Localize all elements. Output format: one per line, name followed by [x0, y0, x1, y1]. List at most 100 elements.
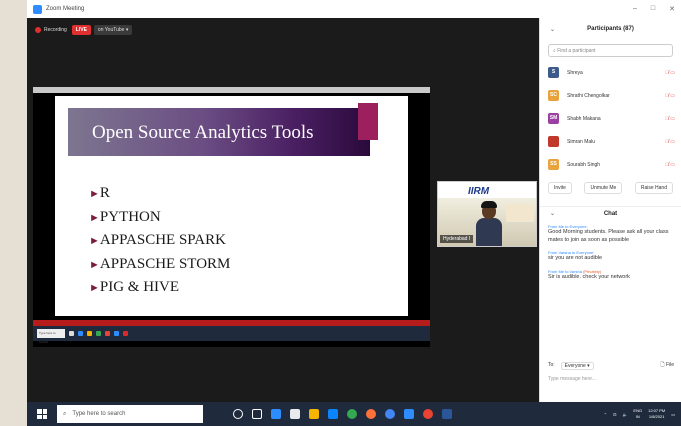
participant-row[interactable]: SC Shrathi Chengolkar 🎙̸ ▭ — [540, 84, 681, 107]
window-titlebar: Zoom Meeting – □ ✕ — [27, 0, 681, 18]
meeting-area: Recording LIVE on YouTube ▾ Open Source … — [27, 18, 539, 402]
participant-row[interactable]: SS Sourabh Singh 🎙̸ ▭ — [540, 153, 681, 176]
slide-bullets: ►R ►PYTHON ►APPASCHE SPARK ►APPASCHE STO… — [89, 182, 230, 300]
cortana-icon[interactable] — [233, 409, 243, 419]
chat-recipient-row: To: Everyone ▾ 🗋 File — [548, 362, 674, 370]
bullet-arrow-icon: ► — [89, 258, 100, 271]
invite-button[interactable]: Invite — [548, 182, 572, 194]
bullet-arrow-icon: ► — [89, 188, 100, 200]
chevron-down-icon[interactable]: ⌄ — [550, 26, 555, 33]
participant-row[interactable]: SM Shabh Makana 🎙̸ ▭ — [540, 107, 681, 130]
bullet-item: ►APPASCHE SPARK — [89, 232, 226, 248]
speaker-figure — [476, 200, 502, 246]
avatar: SM — [548, 113, 559, 124]
avatar — [548, 136, 559, 147]
store-icon[interactable] — [290, 409, 300, 419]
shared-app-icon — [114, 331, 119, 336]
chat-input[interactable]: Type message here... — [548, 376, 596, 382]
firefox-icon[interactable] — [366, 409, 376, 419]
participant-name: Shreya — [567, 69, 583, 76]
muted-mic-icon: 🎙̸ ▭ — [665, 69, 675, 76]
app-icon[interactable] — [271, 409, 281, 419]
recording-bar: Recording LIVE on YouTube ▾ — [35, 25, 133, 35]
maximize-icon[interactable]: □ — [651, 5, 655, 13]
zoom-icon — [33, 4, 42, 14]
system-tray: ⌃ ⊡ 🔈 ENG IN 12:07 PM 1/8/2021 ▭ — [604, 408, 681, 420]
chevron-down-icon[interactable]: ⌄ — [550, 210, 555, 217]
participant-name: Shabh Makana — [567, 115, 601, 122]
file-explorer-icon[interactable] — [309, 409, 319, 419]
windows-start-icon[interactable] — [37, 409, 47, 419]
task-view-icon[interactable] — [252, 409, 262, 419]
chat-message: From Varsha to Everyone: sir you are not… — [540, 246, 681, 265]
participant-name: Shrathi Chengolkar — [567, 92, 610, 99]
avatar: SS — [548, 159, 559, 170]
background-banner — [506, 204, 534, 222]
volume-icon[interactable]: 🔈 — [622, 412, 627, 417]
avatar: SC — [548, 90, 559, 101]
clock[interactable]: 12:07 PM 1/8/2021 — [648, 408, 665, 420]
participant-name-label: Hyderabad I — [440, 235, 474, 243]
presentation-slide: Open Source Analytics Tools ►R ►PYTHON ►… — [55, 96, 408, 316]
participants-header: ⌄ Participants (87) — [550, 26, 634, 33]
search-icon: ⌕ — [63, 410, 67, 417]
app-icon[interactable] — [423, 409, 433, 419]
bullet-item: ►R — [89, 185, 110, 201]
participant-name: Sourabh Singh — [567, 161, 601, 168]
muted-mic-icon: 🎙̸ ▭ — [665, 138, 675, 145]
mail-icon[interactable] — [328, 409, 338, 419]
share-titlebar — [33, 87, 430, 93]
recipient-dropdown[interactable]: Everyone ▾ — [560, 362, 594, 370]
slide-title-banner: Open Source Analytics Tools — [68, 103, 378, 156]
language-indicator[interactable]: ENG IN — [633, 408, 642, 420]
banner-accent — [358, 103, 378, 140]
message-text: sir you are not audible — [548, 255, 603, 261]
participant-row[interactable]: Simran Malu 🎙̸ ▭ — [540, 130, 681, 153]
find-participant-input[interactable]: ⌕ Find a participant — [548, 44, 673, 57]
tray-chevron-icon[interactable]: ⌃ — [604, 412, 607, 417]
desktop-screen: Zoom Meeting – □ ✕ Recording LIVE on You… — [27, 0, 681, 426]
message-text: Sir is audible. check your network — [548, 273, 630, 280]
windows-taskbar: ⌕ Type here to search ⌃ ⊡ 🔈 ENG IN 12:07 … — [27, 402, 681, 426]
bullet-item: ►APPASCHE STORM — [89, 255, 231, 272]
minimize-icon[interactable]: – — [633, 5, 637, 13]
shared-app-icon — [123, 331, 128, 336]
participant-row[interactable]: S Shreya 🎙̸ ▭ — [540, 61, 681, 84]
participant-video[interactable]: IIRM Hyderabad I — [437, 181, 537, 247]
bullet-arrow-icon: ► — [89, 235, 100, 247]
search-icon: ⌕ — [553, 48, 556, 54]
chat-header: ⌄ Chat — [540, 206, 681, 220]
shared-app-icon — [96, 331, 101, 336]
shared-app-icon — [69, 331, 74, 336]
shared-app-icon — [78, 331, 83, 336]
bullet-item: ►PYTHON — [89, 208, 161, 225]
chat-message: From Me to Everyone: Good Morning studen… — [540, 220, 681, 246]
raise-hand-button[interactable]: Raise Hand — [634, 182, 673, 194]
notification-icon[interactable]: ▭ — [671, 412, 675, 417]
taskbar-search[interactable]: ⌕ Type here to search — [57, 405, 203, 423]
slide-title: Open Source Analytics Tools — [92, 122, 314, 143]
live-badge[interactable]: LIVE — [71, 25, 91, 35]
recording-icon — [35, 27, 41, 33]
file-icon: 🗋 — [660, 362, 665, 368]
bullet-arrow-icon: ► — [89, 211, 100, 224]
message-text: Good Morning students. Please ask all yo… — [548, 229, 669, 243]
recording-label: Recording — [44, 27, 67, 33]
screen-share: Open Source Analytics Tools ►R ►PYTHON ►… — [33, 87, 430, 347]
unmute-me-button[interactable]: Unmute Me — [584, 182, 623, 194]
shared-app-icon — [105, 331, 110, 336]
shared-taskbar: Type here to search — [33, 326, 430, 344]
avatar: S — [548, 67, 559, 78]
youtube-stream-dropdown[interactable]: on YouTube ▾ — [93, 25, 133, 35]
file-button[interactable]: 🗋 File — [661, 362, 674, 370]
zoom-taskbar-icon[interactable] — [404, 409, 414, 419]
chrome-icon[interactable] — [385, 409, 395, 419]
network-icon[interactable]: ⊡ — [613, 412, 616, 417]
edge-icon[interactable] — [347, 409, 357, 419]
participant-actions: Invite Unmute Me Raise Hand — [540, 182, 681, 194]
word-icon[interactable] — [442, 409, 452, 419]
taskbar-apps — [233, 409, 452, 419]
window-title: Zoom Meeting — [46, 6, 85, 12]
chat-message: From Me to Varsha (Privately) Sir is aud… — [540, 265, 681, 284]
close-icon[interactable]: ✕ — [669, 5, 675, 13]
